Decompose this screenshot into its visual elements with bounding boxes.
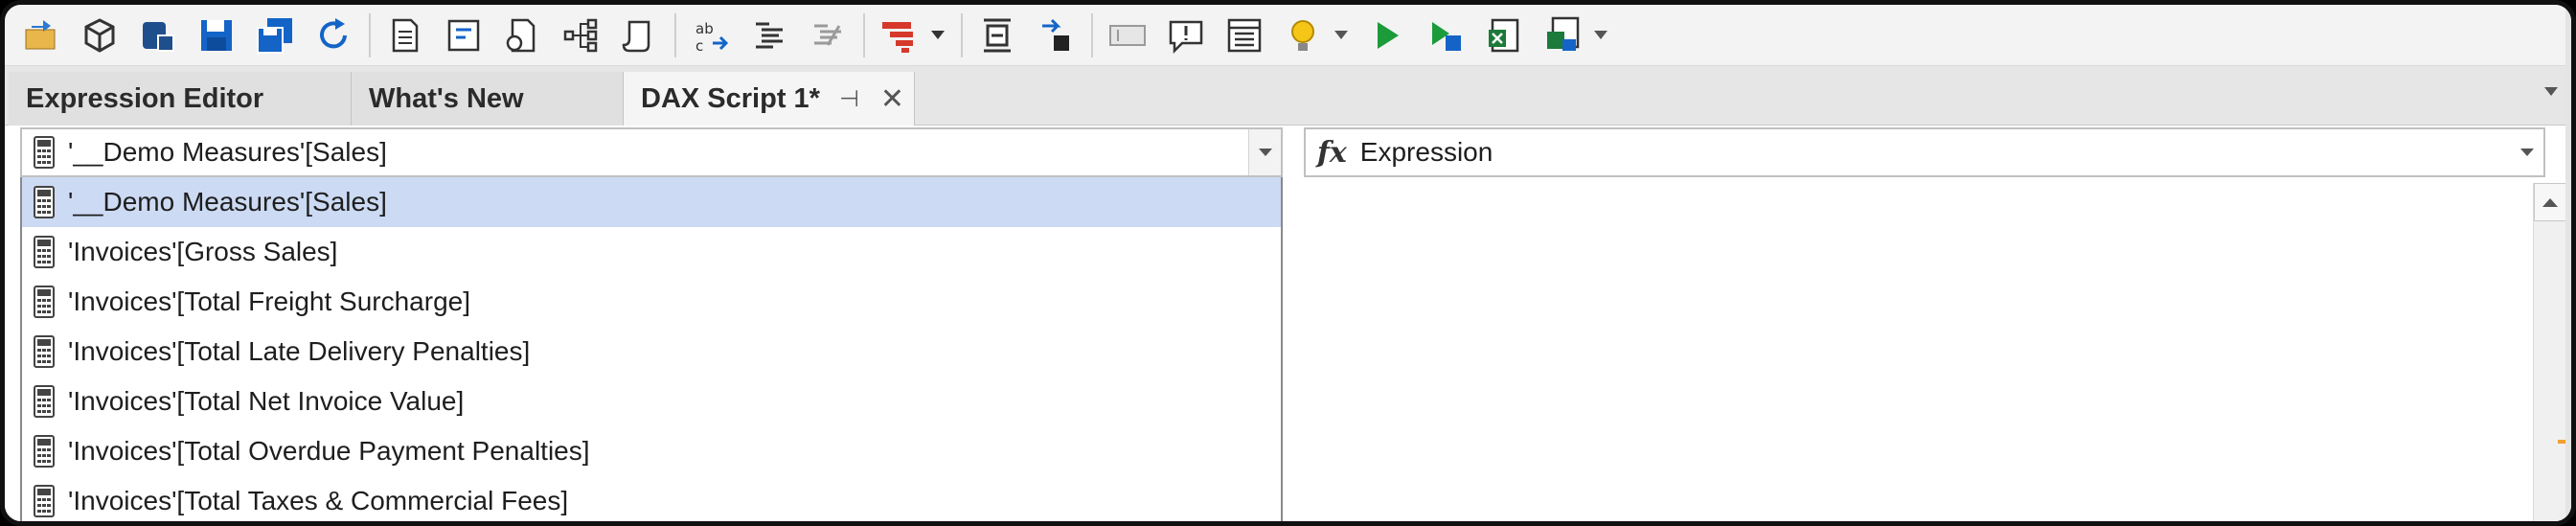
- svg-text:c: c: [695, 37, 703, 55]
- svg-text:ab: ab: [695, 20, 714, 37]
- calculator-icon: [34, 186, 55, 218]
- calculator-icon: [34, 485, 55, 517]
- toolbar-separator: [369, 12, 371, 57]
- export-dropdown[interactable]: [1589, 11, 1612, 60]
- vertical-scrollbar[interactable]: [2533, 183, 2566, 521]
- dropdown-item[interactable]: 'Invoices'[Total Freight Surcharge]: [22, 277, 1281, 327]
- dropdown-item-label: 'Invoices'[Total Overdue Payment Penalti…: [68, 436, 590, 466]
- dropdown-item-label: 'Invoices'[Total Taxes & Commercial Fees…: [68, 486, 569, 515]
- hierarchy-red-icon[interactable]: [875, 11, 924, 60]
- tab-whats-new[interactable]: What's New: [352, 72, 624, 126]
- chevron-down-icon: [1334, 30, 1348, 39]
- object-dropdown-list: '__Demo Measures'[Sales] 'Invoices'[Gros…: [20, 177, 1283, 521]
- dropdown-item[interactable]: 'Invoices'[Total Taxes & Commercial Fees…: [22, 476, 1281, 521]
- tab-label: What's New: [369, 82, 524, 114]
- refresh-icon[interactable]: [308, 11, 358, 60]
- checklist-icon[interactable]: [1220, 11, 1269, 60]
- dropdown-item[interactable]: 'Invoices'[Total Overdue Payment Penalti…: [22, 426, 1281, 476]
- window-edge: [2565, 5, 2571, 521]
- toolbar-separator: [961, 12, 963, 57]
- dropdown-item-label: 'Invoices'[Total Freight Surcharge]: [68, 286, 470, 316]
- toolbar-separator: [863, 12, 865, 57]
- comment-icon[interactable]: [803, 11, 853, 60]
- tree-icon[interactable]: [556, 11, 605, 60]
- document-tabs: Expression Editor What's New DAX Script …: [5, 66, 2571, 126]
- editor-area: '__Demo Measures'[Sales] fx Expression '…: [5, 126, 2571, 521]
- dropdown-item-label: 'Invoices'[Total Late Delivery Penalties…: [68, 336, 531, 366]
- arrow-cell-icon[interactable]: [1031, 11, 1081, 60]
- export-all-icon[interactable]: [1538, 11, 1587, 60]
- tab-dax-script[interactable]: DAX Script 1* ⊣ ✕: [624, 72, 915, 126]
- toolbar: ab c: [5, 5, 2571, 66]
- object-selector-dropdown-button[interactable]: [1248, 129, 1281, 175]
- lightbulb-dropdown[interactable]: [1330, 11, 1353, 60]
- chevron-down-icon: [1594, 30, 1607, 39]
- dropdown-item-label: '__Demo Measures'[Sales]: [68, 187, 387, 217]
- save-icon[interactable]: [192, 11, 241, 60]
- calculator-icon: [34, 435, 55, 468]
- dropdown-item-label: 'Invoices'[Gross Sales]: [68, 237, 338, 266]
- run-selection-icon[interactable]: [1421, 11, 1470, 60]
- dropdown-item-label: 'Invoices'[Total Net Invoice Value]: [68, 386, 465, 416]
- pin-icon[interactable]: ⊣: [839, 85, 859, 113]
- export-icon[interactable]: [1479, 11, 1529, 60]
- property-selector-value: Expression: [1359, 137, 1493, 167]
- tab-expression-editor[interactable]: Expression Editor: [9, 72, 352, 126]
- script-icon[interactable]: [497, 11, 547, 60]
- chevron-down-icon: [1258, 148, 1272, 156]
- chevron-down-icon: [931, 30, 945, 39]
- calculator-icon: [34, 385, 55, 418]
- calculator-icon: [34, 335, 55, 368]
- toolbar-separator: [1091, 12, 1093, 57]
- advanced-icon[interactable]: [614, 11, 664, 60]
- toolbar-separator: [674, 12, 676, 57]
- document-icon[interactable]: [380, 11, 430, 60]
- calculator-icon: [34, 236, 55, 268]
- chevron-down-icon: [2520, 148, 2534, 156]
- dropdown-item[interactable]: '__Demo Measures'[Sales]: [22, 177, 1281, 227]
- replace-icon[interactable]: ab c: [686, 11, 736, 60]
- expression-editor[interactable]: [1285, 179, 2530, 521]
- save-all-icon[interactable]: [250, 11, 300, 60]
- chevron-up-icon: [2542, 198, 2558, 207]
- object-selector[interactable]: '__Demo Measures'[Sales]: [20, 127, 1283, 177]
- run-icon[interactable]: [1362, 11, 1412, 60]
- tab-label: Expression Editor: [26, 82, 264, 114]
- close-icon[interactable]: ✕: [880, 82, 904, 116]
- properties-icon[interactable]: [439, 11, 489, 60]
- dropdown-item[interactable]: 'Invoices'[Gross Sales]: [22, 227, 1281, 277]
- property-selector[interactable]: fx Expression: [1304, 127, 2545, 177]
- app-window: ab c Expression Editor What's New DAX Sc…: [0, 0, 2576, 526]
- format-icon[interactable]: [744, 11, 794, 60]
- model-cube-icon[interactable]: [75, 11, 125, 60]
- open-folder-icon[interactable]: [16, 11, 66, 60]
- object-selector-value: '__Demo Measures'[Sales]: [68, 137, 387, 167]
- calculator-icon: [34, 136, 55, 169]
- dropdown-item[interactable]: 'Invoices'[Total Late Delivery Penalties…: [22, 327, 1281, 377]
- deploy-icon[interactable]: [133, 11, 183, 60]
- tab-label: DAX Script 1*: [641, 82, 820, 114]
- insert-icon[interactable]: [972, 11, 1022, 60]
- textbox-icon[interactable]: [1103, 11, 1152, 60]
- lightbulb-icon[interactable]: [1278, 11, 1328, 60]
- tab-overflow-chevron-icon[interactable]: [2544, 87, 2558, 97]
- scroll-up-button[interactable]: [2534, 183, 2566, 221]
- comment-bubble-icon[interactable]: [1161, 11, 1211, 60]
- hierarchy-dropdown[interactable]: [926, 11, 949, 60]
- fx-icon: fx: [1317, 135, 1347, 170]
- calculator-icon: [34, 286, 55, 318]
- property-selector-dropdown-button[interactable]: [2511, 129, 2543, 175]
- dropdown-item[interactable]: 'Invoices'[Total Net Invoice Value]: [22, 377, 1281, 426]
